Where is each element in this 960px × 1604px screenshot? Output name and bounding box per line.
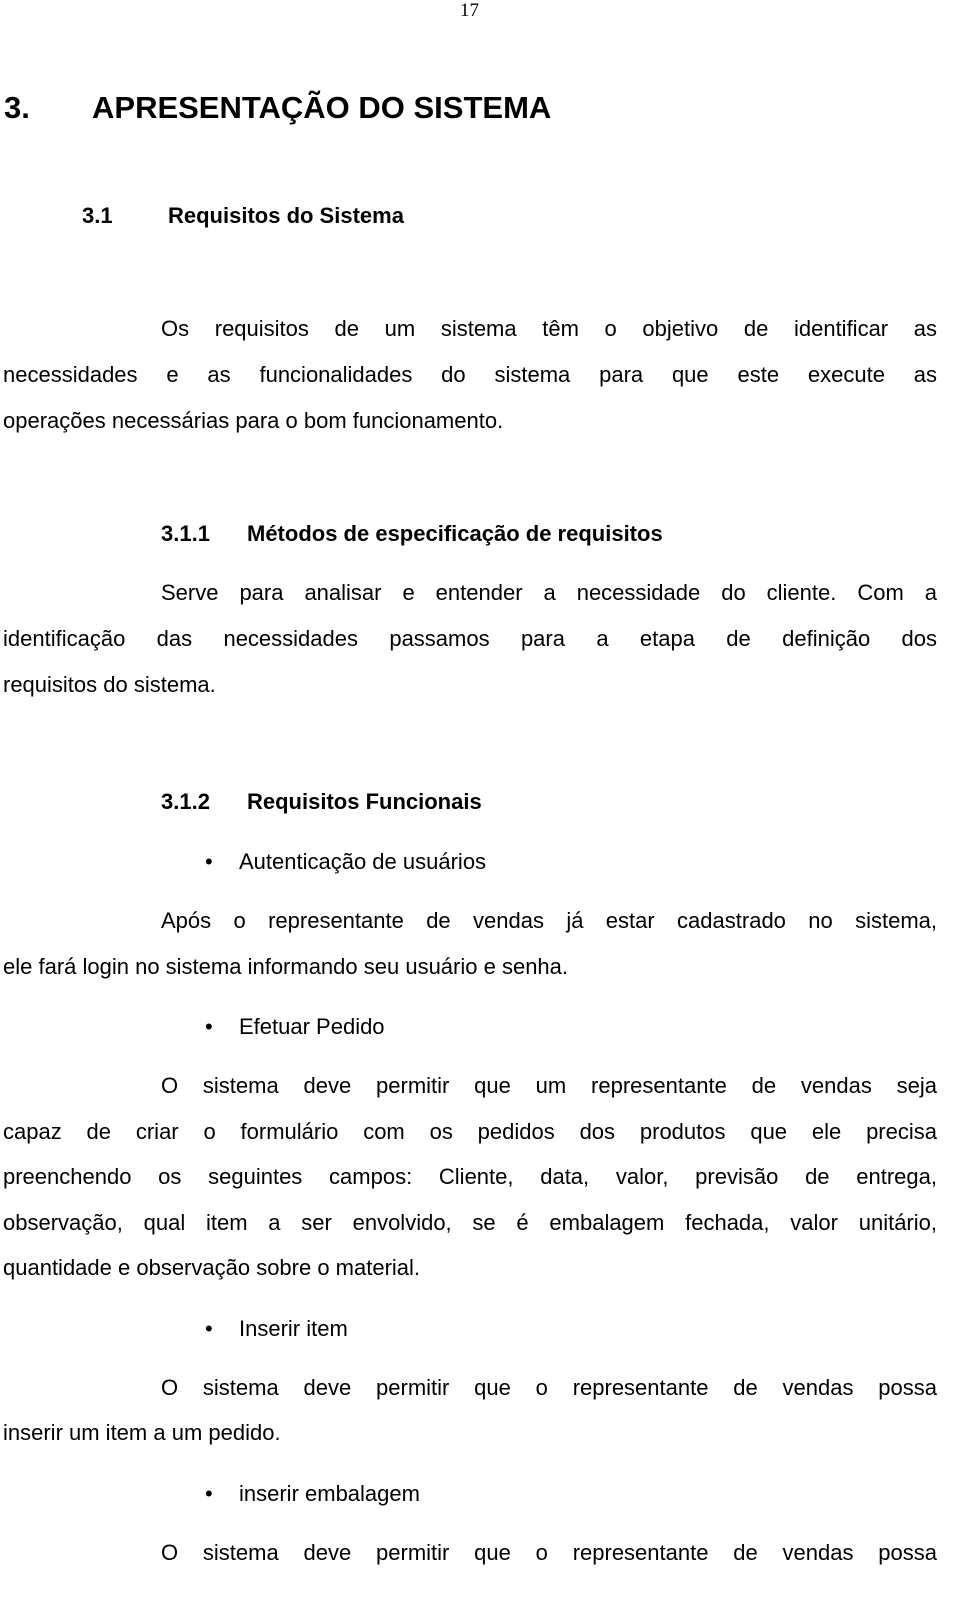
text-line: capaz de criar o formulário com os pedid… [3,1119,937,1144]
subsection-title: Métodos de especificação de requisitos [247,521,663,546]
list-item-label: Inserir item [239,1316,348,1341]
section-title: Requisitos do Sistema [168,203,404,228]
subsection-number: 3.1.1 [161,521,210,546]
text-line: quantidade e observação sobre o material… [3,1255,421,1280]
text-line: Os requisitos de um sistema têm o objeti… [161,316,937,341]
text-line: preenchendo os seguintes campos: Cliente… [3,1164,937,1189]
chapter-number: 3. [4,90,30,125]
text-line: operações necessárias para o bom funcion… [3,408,504,433]
page-number: 17 [460,0,479,21]
text-line: O sistema deve permitir que o representa… [161,1375,937,1400]
list-item-label: Efetuar Pedido [239,1014,385,1039]
text-line: O sistema deve permitir que um represent… [161,1073,937,1098]
bullet-icon: • [205,1014,213,1039]
bullet-icon: • [205,1316,213,1341]
text-line: necessidades e as funcionalidades do sis… [3,362,937,387]
list-item-label: inserir embalagem [239,1481,420,1506]
text-line: Serve para analisar e entender a necessi… [161,580,937,605]
text-line: observação, qual item a ser envolvido, s… [3,1210,937,1235]
bullet-icon: • [205,1481,213,1506]
text-line: inserir um item a um pedido. [3,1420,281,1445]
text-line: O sistema deve permitir que o representa… [161,1540,937,1565]
bullet-icon: • [205,849,213,874]
list-item-label: Autenticação de usuários [239,849,487,874]
section-number: 3.1 [82,203,113,228]
text-line: identificação das necessidades passamos … [3,626,937,651]
chapter-title: APRESENTAÇÃO DO SISTEMA [92,90,552,125]
subsection-number: 3.1.2 [161,789,210,814]
subsection-title: Requisitos Funcionais [247,789,482,814]
text-line: Após o representante de vendas já estar … [161,908,937,933]
text-line: ele fará login no sistema informando seu… [3,954,569,979]
text-line: requisitos do sistema. [3,672,216,697]
